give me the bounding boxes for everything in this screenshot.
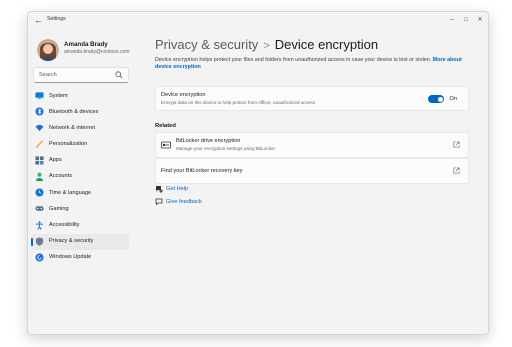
give-feedback-label: Give feedback <box>166 199 202 205</box>
search-icon <box>115 71 123 79</box>
user-name: Amanda Brady <box>64 41 108 48</box>
page-description: Device encryption helps protect your fil… <box>155 57 465 72</box>
bitlocker-subtitle: Manage your encryption settings using Bi… <box>176 146 276 151</box>
device-encryption-card: Device encryption Encrypt data on this d… <box>155 86 469 111</box>
gamepad-icon <box>35 206 44 212</box>
sidebar-item-bluetooth[interactable]: Bluetooth & devices <box>31 104 129 120</box>
search-input[interactable]: Search <box>33 67 129 83</box>
person-icon <box>35 172 44 181</box>
sidebar-item-label: System <box>49 92 68 99</box>
sidebar-item-accessibility[interactable]: Accessibility <box>31 218 129 234</box>
wifi-icon <box>35 125 44 132</box>
sidebar-item-label: Privacy & security <box>49 238 94 245</box>
back-button[interactable]: ← <box>33 15 44 26</box>
toggle-state-label: On <box>449 96 457 102</box>
bitlocker-title: BitLocker drive encryption <box>176 138 241 144</box>
help-icon <box>156 186 163 193</box>
get-help-label: Get Help <box>166 186 189 192</box>
sidebar-nav: System Bluetooth & devices Network & int… <box>31 88 129 266</box>
shield-icon <box>35 237 44 246</box>
page-title: Device encryption <box>274 37 379 52</box>
device-encryption-title: Device encryption <box>161 92 206 98</box>
bluetooth-icon <box>35 107 44 116</box>
external-link-icon <box>453 167 460 174</box>
key-icon <box>161 141 171 149</box>
sidebar-item-label: Accounts <box>49 173 73 180</box>
sidebar-item-label: Network & internet <box>49 124 96 131</box>
breadcrumb: Privacy & security > Device encryption <box>155 36 378 54</box>
sidebar-item-accounts[interactable]: Accounts <box>31 169 129 185</box>
breadcrumb-separator: > <box>263 40 270 52</box>
related-heading: Related <box>155 123 176 129</box>
globe-clock-icon <box>35 188 44 197</box>
sidebar-item-apps[interactable]: Apps <box>31 153 129 169</box>
bitlocker-card[interactable]: BitLocker drive encryption Manage your e… <box>155 132 469 158</box>
sidebar-item-label: Accessibility <box>49 222 80 228</box>
avatar[interactable] <box>37 39 59 61</box>
user-email: amanda.brady@contoso.com <box>64 49 130 55</box>
description-text: Device encryption helps protect your fil… <box>155 57 432 63</box>
sidebar-item-label: Apps <box>49 157 62 164</box>
sidebar-item-label: Gaming <box>49 205 69 212</box>
sidebar-item-label: Windows Update <box>49 254 92 261</box>
sidebar-item-personalization[interactable]: Personalization <box>31 137 129 153</box>
device-encryption-toggle[interactable] <box>428 95 444 103</box>
app-title: Settings <box>47 16 66 22</box>
sidebar-item-windows-update[interactable]: Windows Update <box>31 250 129 266</box>
sidebar-item-label: Bluetooth & devices <box>49 108 99 115</box>
search-placeholder: Search <box>39 72 57 78</box>
sidebar-item-system[interactable]: System <box>31 88 129 104</box>
sidebar-item-time-language[interactable]: Time & language <box>31 185 129 201</box>
brush-icon <box>35 139 44 148</box>
external-link-icon <box>453 141 460 148</box>
accessibility-icon <box>35 220 44 230</box>
recovery-key-card[interactable]: Find your BitLocker recovery key <box>155 158 469 184</box>
main-content: Privacy & security > Device encryption Dev… <box>155 12 488 334</box>
feedback-icon <box>155 198 163 206</box>
apps-icon <box>35 156 44 165</box>
sidebar-item-network[interactable]: Network & internet <box>31 120 129 136</box>
sidebar-item-privacy-security[interactable]: Privacy & security <box>31 233 129 250</box>
breadcrumb-parent[interactable]: Privacy & security <box>155 37 258 52</box>
update-icon <box>35 253 44 262</box>
device-encryption-subtitle: Encrypt data on this device to help prot… <box>161 100 316 105</box>
sidebar-item-label: Time & language <box>49 189 92 196</box>
recovery-key-title: Find your BitLocker recovery key <box>161 168 243 174</box>
sidebar-item-gaming[interactable]: Gaming <box>31 201 129 217</box>
monitor-icon <box>35 92 44 100</box>
settings-window: ← Settings – □ ✕ Amanda Brady amanda.bra… <box>27 11 489 335</box>
sidebar-item-label: Personalization <box>49 141 88 148</box>
